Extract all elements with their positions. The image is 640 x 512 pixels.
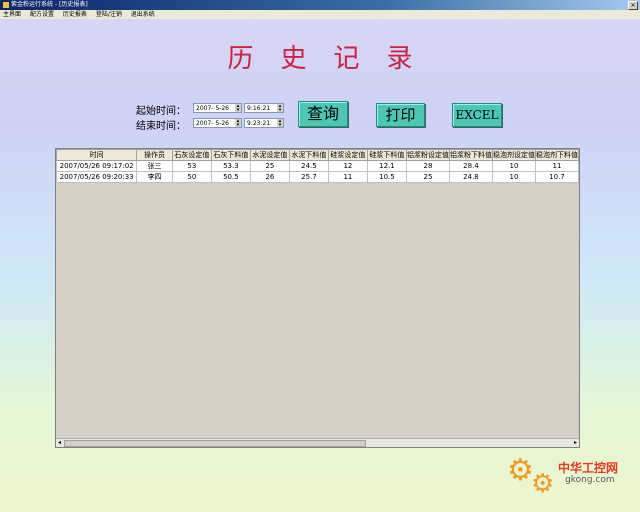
- table-cell: 10: [491, 171, 536, 183]
- table-cell: 53.3: [210, 160, 251, 172]
- start-date-spinner[interactable]: ▴ ▾: [235, 104, 241, 113]
- watermark-cn: 中华工控网: [558, 461, 619, 475]
- close-button[interactable]: ×: [628, 1, 638, 10]
- column-header[interactable]: 水泥下料值: [288, 149, 329, 161]
- table-cell: 28.4: [448, 160, 493, 172]
- table-cell: 10.5: [366, 171, 407, 183]
- horizontal-scrollbar[interactable]: ◂ ▸: [56, 438, 579, 447]
- menu-item-history[interactable]: 历史报表: [63, 11, 87, 18]
- column-header[interactable]: 稳泡剂下料值: [534, 149, 579, 161]
- column-header[interactable]: 硅浆设定值: [327, 149, 368, 161]
- end-date-value: 2007- 5-26: [196, 120, 229, 127]
- column-header[interactable]: 石灰下料值: [210, 149, 251, 161]
- column-header[interactable]: 石灰设定值: [171, 149, 212, 161]
- start-time-label: 起始时间：: [136, 106, 186, 117]
- table-cell: 26: [249, 171, 290, 183]
- table-cell: 10: [491, 160, 536, 172]
- column-header[interactable]: 稳泡剂设定值: [491, 149, 536, 161]
- table-cell: 李四: [136, 171, 173, 183]
- app-icon: [3, 2, 9, 8]
- menu-item-main[interactable]: 主界面: [3, 11, 21, 18]
- table-cell: 28: [405, 160, 450, 172]
- menu-item-exit[interactable]: 退出系统: [131, 11, 155, 18]
- table-row[interactable]: 2007/05/26 09:17:02 张三 53 53.3 25 24.5 1…: [56, 160, 579, 172]
- start-time-spinner[interactable]: ▴ ▾: [277, 104, 283, 113]
- start-time-value: 9:16:21: [247, 105, 271, 112]
- table-cell: 张三: [136, 160, 173, 172]
- start-date-value: 2007- 5-26: [196, 105, 229, 112]
- menu-item-login[interactable]: 登陆/注销: [96, 11, 122, 18]
- table-cell: 2007/05/26 09:17:02: [56, 160, 138, 172]
- table-cell: 50: [171, 171, 212, 183]
- column-header[interactable]: 时间: [56, 149, 138, 161]
- table-cell: 25: [249, 160, 290, 172]
- start-date-picker[interactable]: 2007- 5-26 ▴ ▾: [193, 103, 242, 113]
- print-button[interactable]: 打印: [376, 103, 425, 127]
- table-cell: 25.7: [288, 171, 329, 183]
- history-grid[interactable]: 时间 操作员 石灰设定值 石灰下料值 水泥设定值 水泥下料值 硅浆设定值 硅浆下…: [55, 148, 580, 448]
- window-title: 紫金粉运行系统 - [历史报表]: [11, 1, 88, 8]
- table-cell: 11: [534, 160, 579, 172]
- table-cell: 12: [327, 160, 368, 172]
- gear-icon: ⚙: [507, 453, 534, 488]
- column-header[interactable]: 操作员: [136, 149, 173, 161]
- watermark-logo: ⚙ ⚙ 中华工控网 gkong.com: [505, 453, 635, 507]
- scroll-left-icon[interactable]: ◂: [56, 439, 63, 447]
- column-header[interactable]: 铝浆粉下料值: [448, 149, 493, 161]
- end-time-label: 结束时间：: [136, 121, 186, 132]
- table-cell: 25: [405, 171, 450, 183]
- table-cell: 11: [327, 171, 368, 183]
- history-table: 时间 操作员 石灰设定值 石灰下料值 水泥设定值 水泥下料值 硅浆设定值 硅浆下…: [56, 149, 579, 183]
- table-cell: 50.5: [210, 171, 251, 183]
- scroll-right-icon[interactable]: ▸: [572, 439, 579, 447]
- menu-bar: 主界面 配方设置 历史报表 登陆/注销 退出系统: [0, 10, 640, 19]
- menu-item-recipe[interactable]: 配方设置: [30, 11, 54, 18]
- table-cell: 2007/05/26 09:20:33: [56, 171, 138, 183]
- table-cell: 53: [171, 160, 212, 172]
- end-time-spinner[interactable]: ▴ ▾: [277, 119, 283, 128]
- watermark-en: gkong.com: [565, 475, 615, 485]
- excel-button[interactable]: EXCEL: [452, 103, 502, 127]
- query-button[interactable]: 查询: [298, 101, 348, 127]
- table-cell: 24.5: [288, 160, 329, 172]
- column-header[interactable]: 铝浆粉设定值: [405, 149, 450, 161]
- table-cell: 10.7: [534, 171, 579, 183]
- column-header[interactable]: 水泥设定值: [249, 149, 290, 161]
- end-time-value: 9:23:21: [247, 120, 271, 127]
- table-cell: 12.1: [366, 160, 407, 172]
- start-time-picker[interactable]: 9:16:21 ▴ ▾: [244, 103, 284, 113]
- title-bar: 紫金粉运行系统 - [历史报表] ×: [0, 0, 640, 10]
- gear-icon: ⚙: [531, 469, 555, 499]
- table-row[interactable]: 2007/05/26 09:20:33 李四 50 50.5 26 25.7 1…: [56, 171, 579, 183]
- end-time-picker[interactable]: 9:23:21 ▴ ▾: [244, 118, 284, 128]
- end-date-spinner[interactable]: ▴ ▾: [235, 119, 241, 128]
- table-header-row: 时间 操作员 石灰设定值 石灰下料值 水泥设定值 水泥下料值 硅浆设定值 硅浆下…: [56, 149, 579, 161]
- table-cell: 24.8: [448, 171, 493, 183]
- column-header[interactable]: 硅浆下料值: [366, 149, 407, 161]
- scrollbar-thumb[interactable]: [64, 440, 366, 447]
- end-date-picker[interactable]: 2007- 5-26 ▴ ▾: [193, 118, 242, 128]
- page-title: 历史记录: [227, 44, 440, 74]
